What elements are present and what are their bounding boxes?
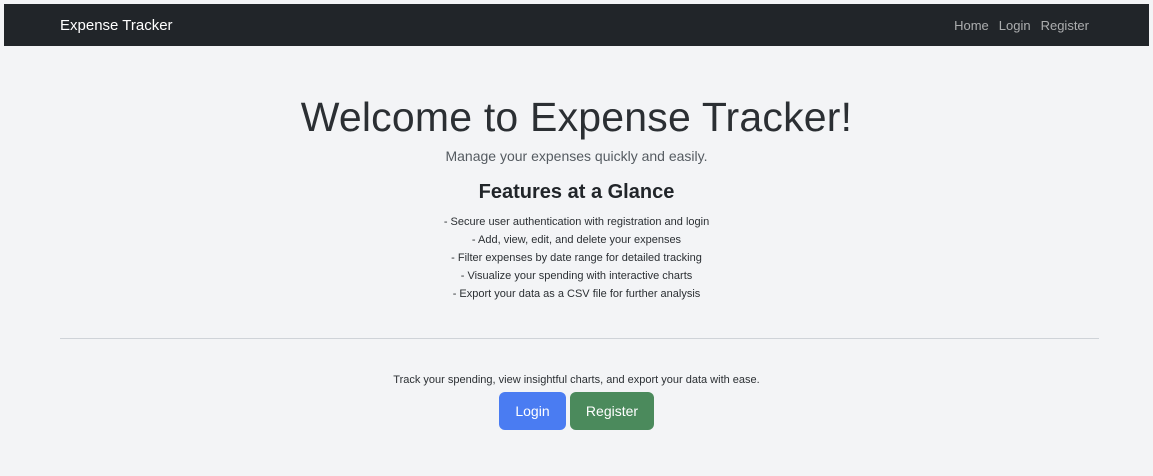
features-heading: Features at a Glance bbox=[478, 181, 675, 203]
navbar-brand[interactable]: Expense Tracker bbox=[60, 17, 173, 34]
nav-link-home[interactable]: Home bbox=[954, 18, 989, 33]
feature-item: - Visualize your spending with interacti… bbox=[460, 270, 693, 282]
features-list: - Secure user authentication with regist… bbox=[0, 213, 1153, 303]
navbar: Expense Tracker Home Login Register bbox=[4, 4, 1149, 46]
feature-item: - Export your data as a CSV file for fur… bbox=[452, 288, 701, 300]
login-button[interactable]: Login bbox=[499, 392, 566, 430]
nav-link-login[interactable]: Login bbox=[999, 18, 1031, 33]
page-subtitle: Manage your expenses quickly and easily. bbox=[445, 148, 708, 164]
section-divider bbox=[60, 338, 1099, 339]
nav-links: Home Login Register bbox=[954, 18, 1089, 33]
page-title: Welcome to Expense Tracker! bbox=[300, 94, 853, 140]
register-button[interactable]: Register bbox=[570, 392, 654, 430]
cta-tagline: Track your spending, view insightful cha… bbox=[393, 374, 760, 386]
feature-item: - Secure user authentication with regist… bbox=[443, 216, 710, 228]
feature-item: - Add, view, edit, and delete your expen… bbox=[471, 234, 682, 246]
cta-buttons: Login Register bbox=[0, 392, 1153, 430]
nav-link-register[interactable]: Register bbox=[1041, 18, 1089, 33]
main-content: Welcome to Expense Tracker! Manage your … bbox=[0, 46, 1153, 303]
feature-item: - Filter expenses by date range for deta… bbox=[451, 252, 702, 264]
